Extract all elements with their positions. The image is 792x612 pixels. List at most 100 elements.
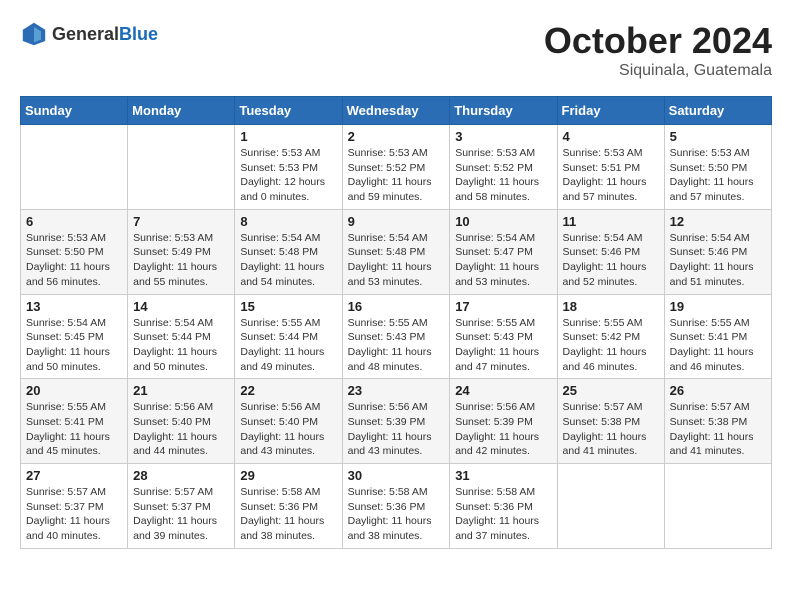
day-info: Sunrise: 5:57 AMSunset: 5:37 PMDaylight:…	[133, 485, 229, 544]
calendar-cell: 1 Sunrise: 5:53 AMSunset: 5:53 PMDaylight…	[235, 125, 342, 210]
day-number: 18	[563, 299, 659, 314]
week-row-3: 13 Sunrise: 5:54 AMSunset: 5:45 PMDayligh…	[21, 294, 772, 379]
day-info: Sunrise: 5:54 AMSunset: 5:48 PMDaylight:…	[348, 231, 445, 290]
day-info: Sunrise: 5:58 AMSunset: 5:36 PMDaylight:…	[455, 485, 551, 544]
day-number: 1	[240, 129, 336, 144]
week-row-5: 27 Sunrise: 5:57 AMSunset: 5:37 PMDayligh…	[21, 464, 772, 549]
calendar-cell: 18 Sunrise: 5:55 AMSunset: 5:42 PMDayligh…	[557, 294, 664, 379]
calendar-cell	[128, 125, 235, 210]
day-info: Sunrise: 5:58 AMSunset: 5:36 PMDaylight:…	[348, 485, 445, 544]
day-number: 7	[133, 214, 229, 229]
weekday-header-saturday: Saturday	[664, 97, 771, 125]
day-info: Sunrise: 5:54 AMSunset: 5:46 PMDaylight:…	[563, 231, 659, 290]
day-number: 22	[240, 383, 336, 398]
calendar-cell: 19 Sunrise: 5:55 AMSunset: 5:41 PMDayligh…	[664, 294, 771, 379]
day-number: 3	[455, 129, 551, 144]
calendar-cell	[664, 464, 771, 549]
day-info: Sunrise: 5:54 AMSunset: 5:44 PMDaylight:…	[133, 316, 229, 375]
week-row-1: 1 Sunrise: 5:53 AMSunset: 5:53 PMDaylight…	[21, 125, 772, 210]
calendar-cell: 23 Sunrise: 5:56 AMSunset: 5:39 PMDayligh…	[342, 379, 450, 464]
weekday-header-wednesday: Wednesday	[342, 97, 450, 125]
day-info: Sunrise: 5:57 AMSunset: 5:38 PMDaylight:…	[670, 400, 766, 459]
calendar-cell: 11 Sunrise: 5:54 AMSunset: 5:46 PMDayligh…	[557, 209, 664, 294]
day-number: 27	[26, 468, 122, 483]
day-info: Sunrise: 5:56 AMSunset: 5:39 PMDaylight:…	[455, 400, 551, 459]
logo-icon	[20, 20, 48, 48]
weekday-header-thursday: Thursday	[450, 97, 557, 125]
day-info: Sunrise: 5:53 AMSunset: 5:50 PMDaylight:…	[670, 146, 766, 205]
calendar-cell: 7 Sunrise: 5:53 AMSunset: 5:49 PMDaylight…	[128, 209, 235, 294]
day-info: Sunrise: 5:55 AMSunset: 5:43 PMDaylight:…	[455, 316, 551, 375]
calendar-cell: 26 Sunrise: 5:57 AMSunset: 5:38 PMDayligh…	[664, 379, 771, 464]
day-info: Sunrise: 5:55 AMSunset: 5:41 PMDaylight:…	[670, 316, 766, 375]
day-info: Sunrise: 5:54 AMSunset: 5:47 PMDaylight:…	[455, 231, 551, 290]
day-number: 28	[133, 468, 229, 483]
day-number: 14	[133, 299, 229, 314]
day-info: Sunrise: 5:53 AMSunset: 5:50 PMDaylight:…	[26, 231, 122, 290]
day-number: 29	[240, 468, 336, 483]
calendar-cell: 30 Sunrise: 5:58 AMSunset: 5:36 PMDayligh…	[342, 464, 450, 549]
day-number: 16	[348, 299, 445, 314]
calendar-cell: 29Sunrise: 5:58 AMSunset: 5:36 PMDayligh…	[235, 464, 342, 549]
calendar-cell: 5 Sunrise: 5:53 AMSunset: 5:50 PMDaylight…	[664, 125, 771, 210]
day-info: Sunrise: 5:54 AMSunset: 5:48 PMDaylight:…	[240, 231, 336, 290]
calendar-cell	[557, 464, 664, 549]
calendar-cell	[21, 125, 128, 210]
calendar-cell: 9 Sunrise: 5:54 AMSunset: 5:48 PMDaylight…	[342, 209, 450, 294]
day-number: 30	[348, 468, 445, 483]
day-number: 24	[455, 383, 551, 398]
week-row-4: 20Sunrise: 5:55 AMSunset: 5:41 PMDayligh…	[21, 379, 772, 464]
calendar-cell: 14 Sunrise: 5:54 AMSunset: 5:44 PMDayligh…	[128, 294, 235, 379]
day-number: 6	[26, 214, 122, 229]
day-info: Sunrise: 5:56 AMSunset: 5:40 PMDaylight:…	[240, 400, 336, 459]
calendar-cell: 22 Sunrise: 5:56 AMSunset: 5:40 PMDayligh…	[235, 379, 342, 464]
weekday-header-friday: Friday	[557, 97, 664, 125]
calendar-cell: 17 Sunrise: 5:55 AMSunset: 5:43 PMDayligh…	[450, 294, 557, 379]
day-number: 20	[26, 383, 122, 398]
calendar-cell: 6 Sunrise: 5:53 AMSunset: 5:50 PMDaylight…	[21, 209, 128, 294]
day-number: 12	[670, 214, 766, 229]
weekday-header-sunday: Sunday	[21, 97, 128, 125]
weekday-header-row: SundayMondayTuesdayWednesdayThursdayFrid…	[21, 97, 772, 125]
month-title: October 2024	[544, 20, 772, 62]
calendar-cell: 27Sunrise: 5:57 AMSunset: 5:37 PMDayligh…	[21, 464, 128, 549]
calendar-cell: 3 Sunrise: 5:53 AMSunset: 5:52 PMDaylight…	[450, 125, 557, 210]
day-info: Sunrise: 5:55 AMSunset: 5:42 PMDaylight:…	[563, 316, 659, 375]
calendar-cell: 16Sunrise: 5:55 AMSunset: 5:43 PMDayligh…	[342, 294, 450, 379]
calendar-cell: 4 Sunrise: 5:53 AMSunset: 5:51 PMDaylight…	[557, 125, 664, 210]
page-header: GeneralBlue October 2024 Siquinala, Guat…	[20, 20, 772, 80]
calendar-body: 1 Sunrise: 5:53 AMSunset: 5:53 PMDaylight…	[21, 125, 772, 549]
day-info: Sunrise: 5:57 AMSunset: 5:38 PMDaylight:…	[563, 400, 659, 459]
day-number: 15	[240, 299, 336, 314]
day-number: 17	[455, 299, 551, 314]
calendar-cell: 25 Sunrise: 5:57 AMSunset: 5:38 PMDayligh…	[557, 379, 664, 464]
calendar-cell: 28 Sunrise: 5:57 AMSunset: 5:37 PMDayligh…	[128, 464, 235, 549]
day-info: Sunrise: 5:53 AMSunset: 5:52 PMDaylight:…	[455, 146, 551, 205]
day-number: 23	[348, 383, 445, 398]
day-number: 5	[670, 129, 766, 144]
day-info: Sunrise: 5:53 AMSunset: 5:49 PMDaylight:…	[133, 231, 229, 290]
day-number: 11	[563, 214, 659, 229]
day-number: 21	[133, 383, 229, 398]
calendar-cell: 15Sunrise: 5:55 AMSunset: 5:44 PMDayligh…	[235, 294, 342, 379]
weekday-header-monday: Monday	[128, 97, 235, 125]
day-number: 9	[348, 214, 445, 229]
calendar-cell: 21Sunrise: 5:56 AMSunset: 5:40 PMDayligh…	[128, 379, 235, 464]
calendar-table: SundayMondayTuesdayWednesdayThursdayFrid…	[20, 96, 772, 549]
calendar-cell: 13 Sunrise: 5:54 AMSunset: 5:45 PMDayligh…	[21, 294, 128, 379]
day-number: 25	[563, 383, 659, 398]
day-info: Sunrise: 5:54 AMSunset: 5:46 PMDaylight:…	[670, 231, 766, 290]
day-number: 26	[670, 383, 766, 398]
weekday-header-tuesday: Tuesday	[235, 97, 342, 125]
day-info: Sunrise: 5:56 AMSunset: 5:39 PMDaylight:…	[348, 400, 445, 459]
calendar-cell: 2Sunrise: 5:53 AMSunset: 5:52 PMDaylight…	[342, 125, 450, 210]
day-info: Sunrise: 5:54 AMSunset: 5:45 PMDaylight:…	[26, 316, 122, 375]
day-number: 19	[670, 299, 766, 314]
day-number: 4	[563, 129, 659, 144]
calendar-cell: 24 Sunrise: 5:56 AMSunset: 5:39 PMDayligh…	[450, 379, 557, 464]
calendar-cell: 10Sunrise: 5:54 AMSunset: 5:47 PMDayligh…	[450, 209, 557, 294]
day-number: 13	[26, 299, 122, 314]
day-info: Sunrise: 5:53 AMSunset: 5:51 PMDaylight:…	[563, 146, 659, 205]
week-row-2: 6 Sunrise: 5:53 AMSunset: 5:50 PMDaylight…	[21, 209, 772, 294]
day-info: Sunrise: 5:53 AMSunset: 5:53 PMDaylight:…	[240, 146, 336, 205]
